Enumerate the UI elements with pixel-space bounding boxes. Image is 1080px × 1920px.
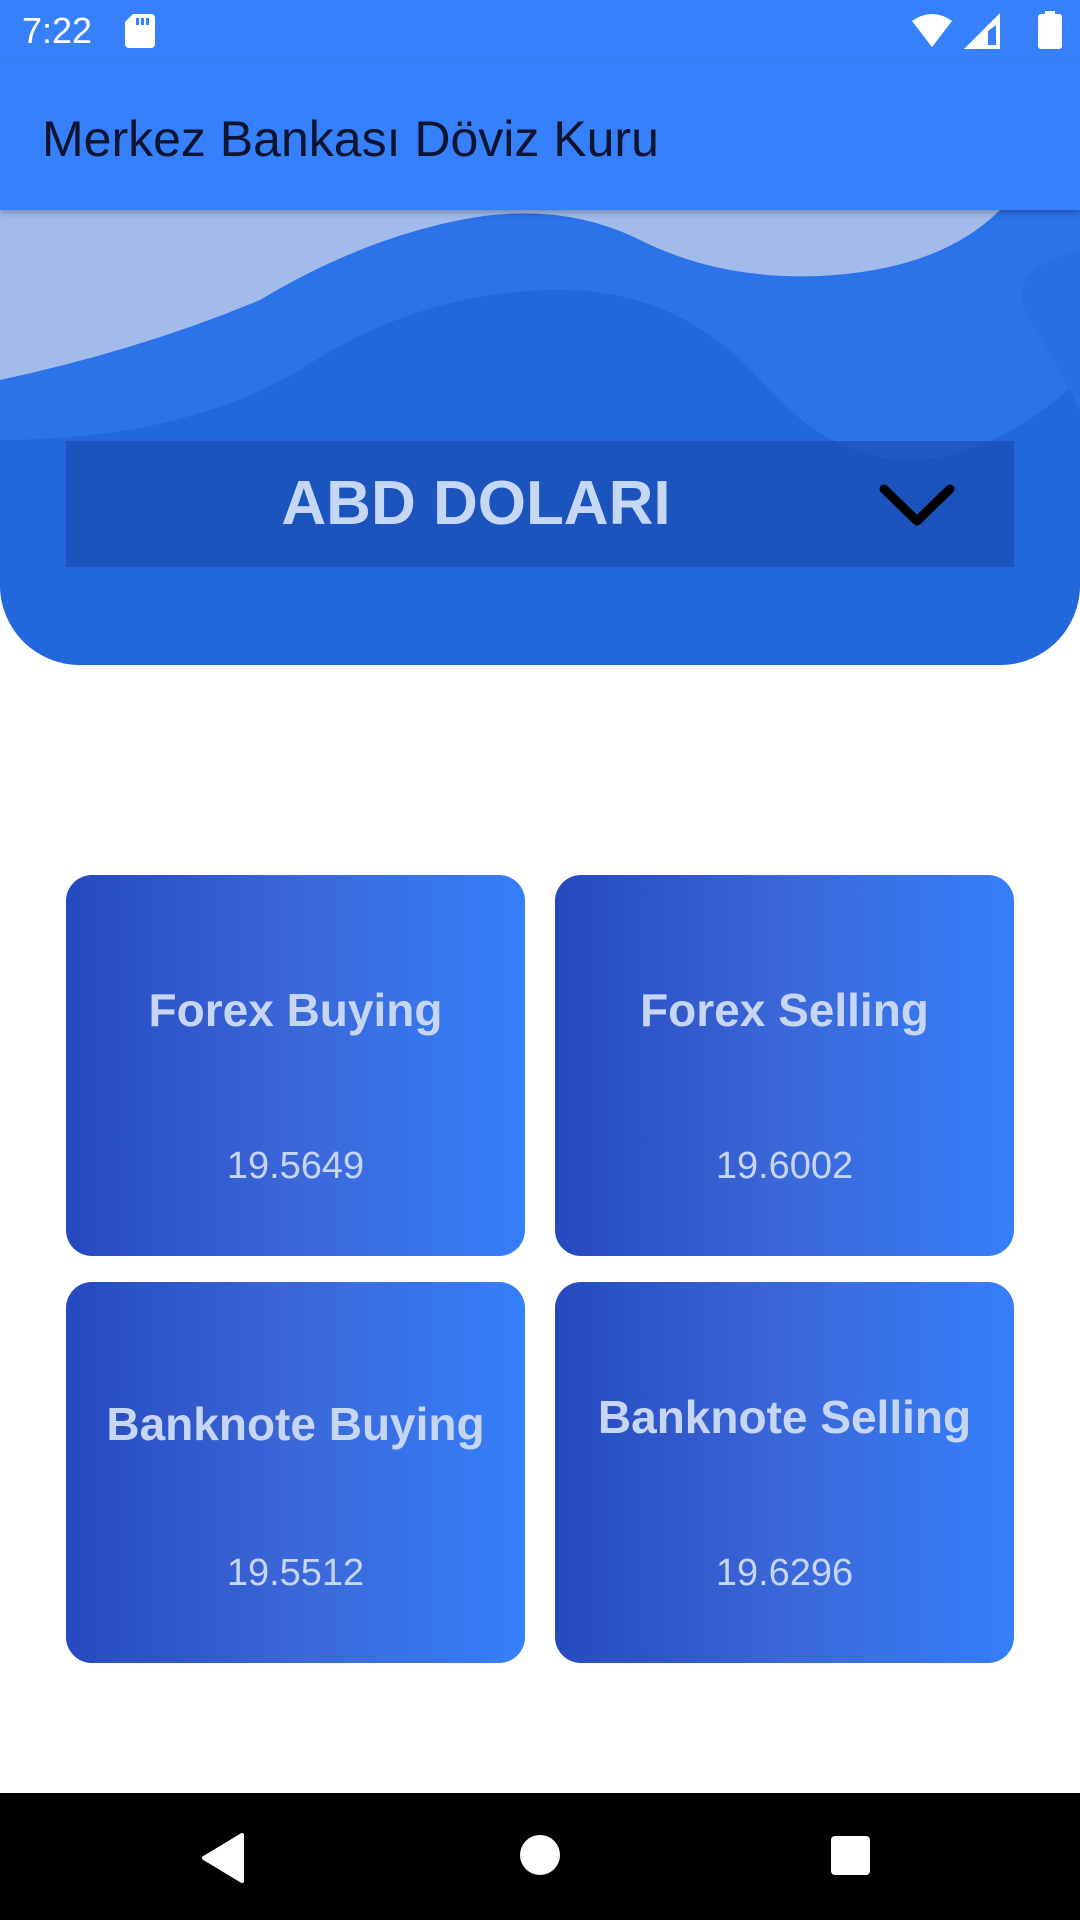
header-wave-background [0,210,1080,665]
signal-icon [964,13,1000,49]
back-icon[interactable] [202,1833,246,1883]
card-value: 19.5649 [226,1145,365,1187]
recents-icon[interactable] [831,1836,870,1875]
card-title: Banknote Buying [106,1398,485,1450]
status-time: 7:22 [22,10,93,51]
card-value: 19.5512 [226,1552,365,1594]
page-title: Merkez Bankası Döviz Kuru [42,111,659,167]
system-nav-bar [0,1793,1080,1920]
chevron-down-icon[interactable] [878,481,956,531]
app-bar: Merkez Bankası Döviz Kuru [0,63,1080,210]
card-title: Forex Selling [640,984,929,1036]
card-title: Banknote Selling [597,1391,972,1443]
currency-dropdown[interactable]: ABD DOLARI [66,441,1014,567]
battery-icon [1038,11,1062,49]
forex-selling-card[interactable]: Forex Selling 19.6002 [555,875,1014,1256]
home-icon[interactable] [520,1835,560,1875]
status-bar: 7:22 [0,0,1080,63]
forex-buying-card[interactable]: Forex Buying 19.5649 [66,875,525,1256]
wifi-icon [912,14,952,47]
sd-card-icon [125,14,155,48]
banknote-buying-card[interactable]: Banknote Buying 19.5512 [66,1282,525,1663]
currency-selected-value: ABD DOLARI [281,469,671,538]
banknote-selling-card[interactable]: Banknote Selling 19.6296 [555,1282,1014,1663]
card-value: 19.6296 [715,1552,854,1594]
wave-shape [0,210,1080,665]
card-title: Forex Buying [148,984,443,1036]
card-value: 19.6002 [715,1145,854,1187]
